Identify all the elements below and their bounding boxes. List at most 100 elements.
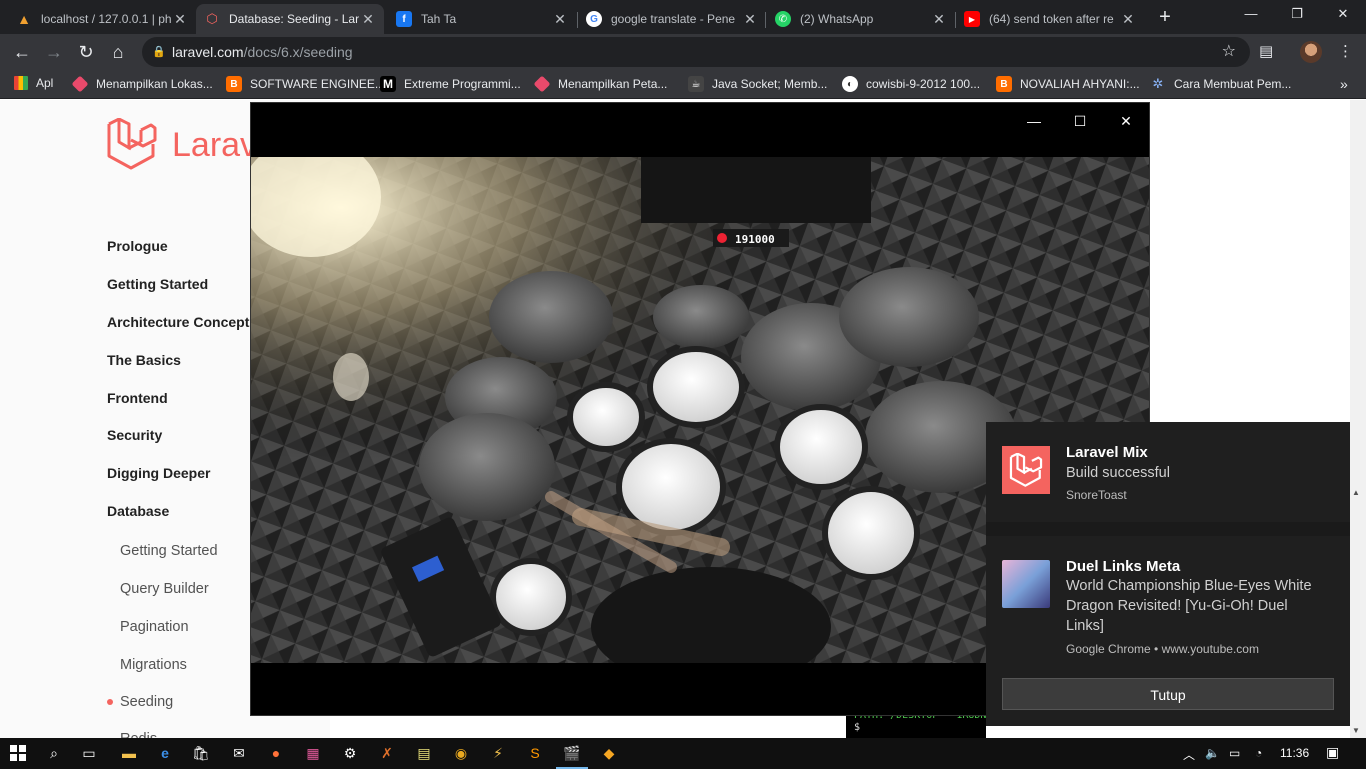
notification-laravel-mix[interactable]: Laravel Mix Build successful SnoreToast <box>986 422 1350 522</box>
sidebar-subitem-seeding[interactable]: Seeding <box>120 694 173 710</box>
bookmark-item[interactable]: Menampilkan Peta... <box>533 75 667 93</box>
minimize-button[interactable]: — <box>1019 111 1049 131</box>
page-scrollbar[interactable] <box>1350 100 1366 738</box>
scroll-down-arrow[interactable]: ▼ <box>1352 726 1360 735</box>
firefox-icon[interactable]: ● <box>266 743 286 763</box>
tab-strip: ▲ localhost / 127.0.0.1 | ph ✕ ⬡ Databas… <box>0 0 1366 34</box>
bookmark-label: Menampilkan Lokas... <box>96 77 213 91</box>
file-explorer-icon[interactable]: ▬ <box>119 743 139 763</box>
tab-facebook[interactable]: f Tah Ta ✕ <box>388 4 576 34</box>
bookmark-item[interactable]: ✲ Cara Membuat Pem... <box>1150 76 1292 92</box>
steam-icon[interactable]: ⚙ <box>340 743 360 763</box>
subscriber-counter: 191000 <box>735 233 775 246</box>
tab-whatsapp[interactable]: ✆ (2) WhatsApp ✕ <box>767 4 955 34</box>
tab-title: Tah Ta <box>421 12 457 26</box>
sidebar-item-prologue[interactable]: Prologue <box>107 238 168 254</box>
url-path: /docs/6.x/seeding <box>243 44 353 60</box>
forward-button[interactable]: → <box>42 40 66 64</box>
back-button[interactable]: ← <box>10 40 34 64</box>
sidebar-item-basics[interactable]: The Basics <box>107 352 181 368</box>
bookmark-label: cowisbi-9-2012 100... <box>866 77 981 91</box>
laravel-icon <box>1002 446 1050 494</box>
tab-laravel-seeding[interactable]: ⬡ Database: Seeding - Lar ✕ <box>196 4 384 34</box>
git-icon[interactable]: ◆ <box>599 743 619 763</box>
action-center-icon[interactable]: ▣ <box>1326 744 1339 761</box>
bookmark-apps[interactable]: Apl <box>14 76 53 90</box>
bookmark-label: Extreme Programmi... <box>404 77 521 91</box>
tab-phpmyadmin[interactable]: ▲ localhost / 127.0.0.1 | ph ✕ <box>8 4 196 34</box>
new-tab-button[interactable]: + <box>1152 6 1178 28</box>
close-icon[interactable]: ✕ <box>360 11 376 28</box>
close-icon[interactable]: ✕ <box>172 11 188 28</box>
chrome-icon[interactable]: ◉ <box>451 743 471 763</box>
battery-icon[interactable]: ▭ <box>1229 746 1240 760</box>
bookmarks-overflow-button[interactable]: » <box>1340 76 1348 92</box>
minimize-button[interactable]: — <box>1228 0 1274 30</box>
bookmark-item[interactable]: B NOVALIAH AHYANI:... <box>996 76 1140 92</box>
windows-start-icon[interactable] <box>8 743 28 763</box>
xampp-icon[interactable]: ✗ <box>377 743 397 763</box>
taskbar: ⌕ ▭ ▬ e 🛍 ✉ ● ▦ ⚙ ✗ ▤ ◉ ⚡ S 🎬 ◆ ︿ 🔈 ▭ ◔ … <box>0 738 1366 769</box>
bookmark-item[interactable]: B SOFTWARE ENGINEE... <box>226 76 385 92</box>
tab-title: google translate - Pene <box>611 12 736 26</box>
search-icon[interactable]: ⌕ <box>44 743 64 763</box>
winamp-icon[interactable]: ⚡ <box>488 743 508 763</box>
sidebar-subitem-getting-started[interactable]: Getting Started <box>120 543 218 559</box>
mail-icon[interactable]: ✉ <box>229 743 249 763</box>
notification-title: Duel Links Meta <box>1066 558 1181 575</box>
sublime-icon[interactable]: S <box>525 743 545 763</box>
home-button[interactable]: ⌂ <box>106 40 130 64</box>
volume-icon[interactable]: 🔈 <box>1205 746 1220 760</box>
laravel-logo-icon[interactable] <box>106 117 158 175</box>
menu-icon[interactable]: ⋮ <box>1338 42 1353 60</box>
close-button[interactable]: ✕ <box>1111 111 1141 131</box>
task-view-icon[interactable]: ▭ <box>79 743 99 763</box>
sidebar-item-digging-deeper[interactable]: Digging Deeper <box>107 465 210 481</box>
clock[interactable]: 11:36 <box>1280 746 1309 760</box>
photos-icon[interactable]: ▦ <box>303 743 323 763</box>
restore-button[interactable]: ❐ <box>1274 0 1320 30</box>
reload-button[interactable]: ↻ <box>74 40 98 64</box>
notification-divider <box>986 522 1350 536</box>
sidebar-item-getting-started[interactable]: Getting Started <box>107 276 208 292</box>
sidebar-item-security[interactable]: Security <box>107 427 162 443</box>
dismiss-button[interactable]: Tutup <box>1002 678 1334 710</box>
sidebar-item-architecture[interactable]: Architecture Concepts <box>107 314 257 330</box>
lock-icon: 🔒 <box>152 46 166 58</box>
video-player-app-icon[interactable]: 🎬 <box>562 743 582 763</box>
sidebar-subitem-query-builder[interactable]: Query Builder <box>120 581 209 597</box>
tab-youtube[interactable]: ▶ (64) send token after re ✕ <box>956 4 1144 34</box>
maximize-button[interactable]: ☐ <box>1065 111 1095 131</box>
close-icon[interactable]: ✕ <box>552 11 568 28</box>
sidebar-item-database[interactable]: Database <box>107 503 169 519</box>
tab-google-translate[interactable]: G google translate - Pene ✕ <box>578 4 766 34</box>
store-icon[interactable]: 🛍 <box>191 743 211 763</box>
sidebar-subitem-migrations[interactable]: Migrations <box>120 657 187 673</box>
facebook-icon: f <box>396 11 412 27</box>
bookmark-item[interactable]: Menampilkan Lokas... <box>71 75 213 93</box>
sidebar-subitem-pagination[interactable]: Pagination <box>120 619 189 635</box>
edge-icon[interactable]: e <box>155 743 175 763</box>
address-bar[interactable]: 🔒 laravel.com/docs/6.x/seeding ☆ <box>142 37 1250 67</box>
youtube-icon: ▶ <box>964 11 980 27</box>
tab-title: Database: Seeding - Lar <box>229 12 360 26</box>
bookmark-gem-icon <box>533 75 551 93</box>
close-icon[interactable]: ✕ <box>742 11 758 28</box>
avatar[interactable] <box>1300 41 1322 63</box>
tray-chevron-icon[interactable]: ︿ <box>1183 746 1195 763</box>
bookmark-item[interactable]: M Extreme Programmi... <box>380 76 521 92</box>
close-window-button[interactable]: ✕ <box>1320 0 1366 30</box>
close-icon[interactable]: ✕ <box>931 11 947 28</box>
java-icon: ☕ <box>688 76 704 92</box>
wifi-icon[interactable]: ◔ <box>1255 746 1262 760</box>
close-icon[interactable]: ✕ <box>1120 11 1136 28</box>
extension-icon[interactable]: ▤ <box>1259 42 1273 60</box>
notepad-icon[interactable]: ▤ <box>414 743 434 763</box>
bookmark-item[interactable]: ☕ Java Socket; Memb... <box>688 76 827 92</box>
scroll-up-arrow[interactable]: ▲ <box>1352 488 1360 497</box>
tab-title: localhost / 127.0.0.1 | ph <box>41 12 172 26</box>
bookmark-star-icon[interactable]: ☆ <box>1222 37 1236 67</box>
sidebar-item-frontend[interactable]: Frontend <box>107 390 168 406</box>
bookmark-item[interactable]: ◐ cowisbi-9-2012 100... <box>842 76 980 92</box>
sidebar-subitem-redis[interactable]: Redis <box>120 731 157 738</box>
